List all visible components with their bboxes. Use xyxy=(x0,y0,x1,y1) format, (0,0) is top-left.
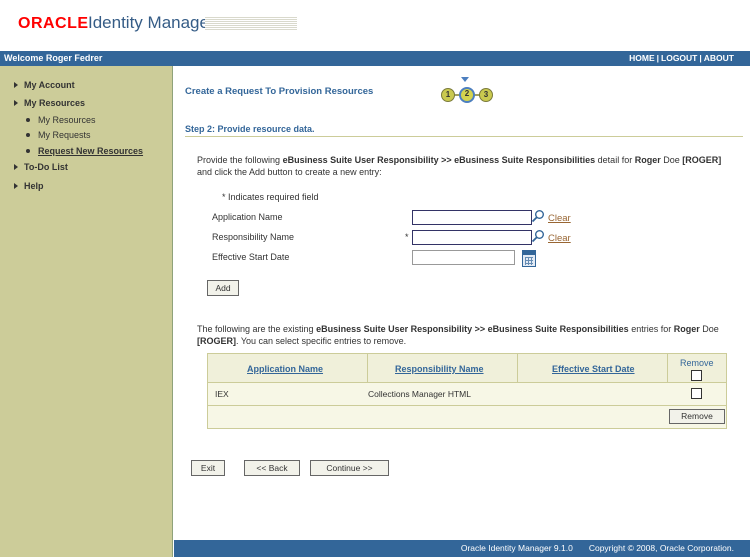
back-button[interactable]: << Back xyxy=(244,460,300,476)
column-header-effective-start-date[interactable]: Effective Start Date xyxy=(552,364,635,374)
resource-name: eBusiness Suite User Responsibility >> e… xyxy=(316,324,629,334)
bullet-icon xyxy=(26,118,30,122)
product-name: Identity Manager xyxy=(88,13,215,32)
sidebar-subitem-request-new-resources[interactable]: Request New Resources xyxy=(26,146,144,156)
column-header-remove: Remove xyxy=(680,358,714,368)
user-first-name: Roger xyxy=(634,155,661,165)
sidebar-item-todo-list[interactable]: To-Do List xyxy=(14,162,68,172)
add-button[interactable]: Add xyxy=(207,280,239,296)
instruction-text: and click the Add button to create a new… xyxy=(197,167,382,177)
column-header-application-name[interactable]: Application Name xyxy=(247,364,323,374)
search-icon[interactable] xyxy=(531,229,545,243)
instruction-text: . You can select specific entries to rem… xyxy=(236,336,407,346)
link-separator: | xyxy=(699,53,702,63)
table-row: IEX Collections Manager HTML xyxy=(207,383,727,406)
responsibility-name-clear-link[interactable]: Clear xyxy=(548,233,571,244)
expand-arrow-icon xyxy=(14,82,18,88)
sidebar-item-label: To-Do List xyxy=(24,162,68,172)
sidebar-item-help[interactable]: Help xyxy=(14,181,44,191)
remove-button[interactable]: Remove xyxy=(669,409,725,424)
logout-link[interactable]: LOGOUT xyxy=(661,53,697,63)
sidebar-item-my-account[interactable]: My Account xyxy=(14,80,75,90)
continue-button[interactable]: Continue >> xyxy=(310,460,389,476)
calendar-icon[interactable] xyxy=(522,250,536,267)
about-link[interactable]: ABOUT xyxy=(704,53,734,63)
application-name-clear-link[interactable]: Clear xyxy=(548,213,571,224)
exit-button[interactable]: Exit xyxy=(191,460,225,476)
expand-arrow-icon xyxy=(14,100,18,106)
footer-text: Oracle Identity Manager 9.1.0 Copyright ©… xyxy=(461,543,734,553)
cell-responsibility: Collections Manager HTML xyxy=(368,389,471,399)
responsibility-name-label: Responsibility Name xyxy=(212,232,295,242)
table-footer-row: Remove xyxy=(207,406,727,429)
search-icon[interactable] xyxy=(531,209,545,223)
oracle-logo: ORACLE xyxy=(18,15,89,32)
main-content: Create a Request To Provision Resources … xyxy=(174,66,750,540)
cell-application: IEX xyxy=(215,389,229,399)
sidebar-subitem-label: Request New Resources xyxy=(38,146,144,156)
sidebar-subitem-label: My Resources xyxy=(38,115,96,125)
instruction-text: detail for xyxy=(595,155,635,165)
link-separator: | xyxy=(656,53,660,63)
instruction-text: The following are the existing xyxy=(197,324,317,334)
resource-name: eBusiness Suite User Responsibility >> e… xyxy=(282,155,596,165)
instruction-text: entries for xyxy=(628,324,674,334)
sidebar-item-label: My Account xyxy=(24,80,75,90)
user-last-name: Doe xyxy=(699,324,719,334)
select-all-checkbox[interactable] xyxy=(691,370,702,381)
required-indicator: * xyxy=(405,232,409,242)
user-id: [ROGER] xyxy=(197,336,236,346)
expand-arrow-icon xyxy=(14,164,18,170)
row-remove-checkbox[interactable] xyxy=(691,388,702,399)
bullet-icon xyxy=(26,133,30,137)
instruction-text: Provide the following xyxy=(197,155,283,165)
home-link[interactable]: HOME xyxy=(629,53,655,63)
effective-start-date-input[interactable] xyxy=(412,250,515,265)
bullet-icon xyxy=(26,149,30,153)
copyright-text: Copyright © 2008, Oracle Corporation. xyxy=(588,543,734,553)
user-first-name: Roger xyxy=(673,324,700,334)
table-instruction: The following are the existing eBusiness… xyxy=(197,323,737,347)
step-2-icon: 2 xyxy=(459,87,475,103)
step-3-icon: 3 xyxy=(479,88,493,102)
top-nav-bar: Welcome Roger Fedrer HOME | LOGOUT | ABOUT xyxy=(0,51,750,66)
version-text: Oracle Identity Manager 9.1.0 xyxy=(460,543,573,553)
user-last-name: Doe xyxy=(660,155,683,165)
user-id: [ROGER] xyxy=(682,155,722,165)
sidebar-subitem-label: My Requests xyxy=(38,130,91,140)
application-name-label: Application Name xyxy=(212,212,283,222)
responsibility-name-input[interactable] xyxy=(412,230,532,245)
step-heading: Step 2: Provide resource data. xyxy=(185,124,315,134)
form-instruction: Provide the following eBusiness Suite Us… xyxy=(197,154,737,178)
logo-bar: ORACLE Identity Manager xyxy=(0,0,750,51)
expand-arrow-icon xyxy=(14,183,18,189)
sidebar-item-label: Help xyxy=(24,181,44,191)
current-step-indicator-icon xyxy=(461,77,469,82)
top-links: HOME | LOGOUT | ABOUT xyxy=(629,53,734,63)
sidebar-subitem-my-requests[interactable]: My Requests xyxy=(26,130,91,140)
sidebar-subitem-my-resources[interactable]: My Resources xyxy=(26,115,96,125)
logo-decoration xyxy=(205,17,297,31)
step-divider xyxy=(185,136,743,137)
welcome-text: Welcome Roger Fedrer xyxy=(4,53,103,63)
footer-bar: Oracle Identity Manager 9.1.0 Copyright ©… xyxy=(174,540,750,557)
column-header-responsibility-name[interactable]: Responsibility Name xyxy=(395,364,484,374)
required-field-note: * Indicates required field xyxy=(222,192,319,202)
effective-start-date-label: Effective Start Date xyxy=(212,252,290,262)
sidebar-item-my-resources[interactable]: My Resources xyxy=(14,98,86,108)
sidebar: My Account My Resources My Resources My … xyxy=(0,66,173,557)
step-1-icon: 1 xyxy=(441,88,455,102)
application-name-input[interactable] xyxy=(412,210,532,225)
sidebar-item-label: My Resources xyxy=(24,98,86,108)
page-title: Create a Request To Provision Resources xyxy=(185,86,374,97)
